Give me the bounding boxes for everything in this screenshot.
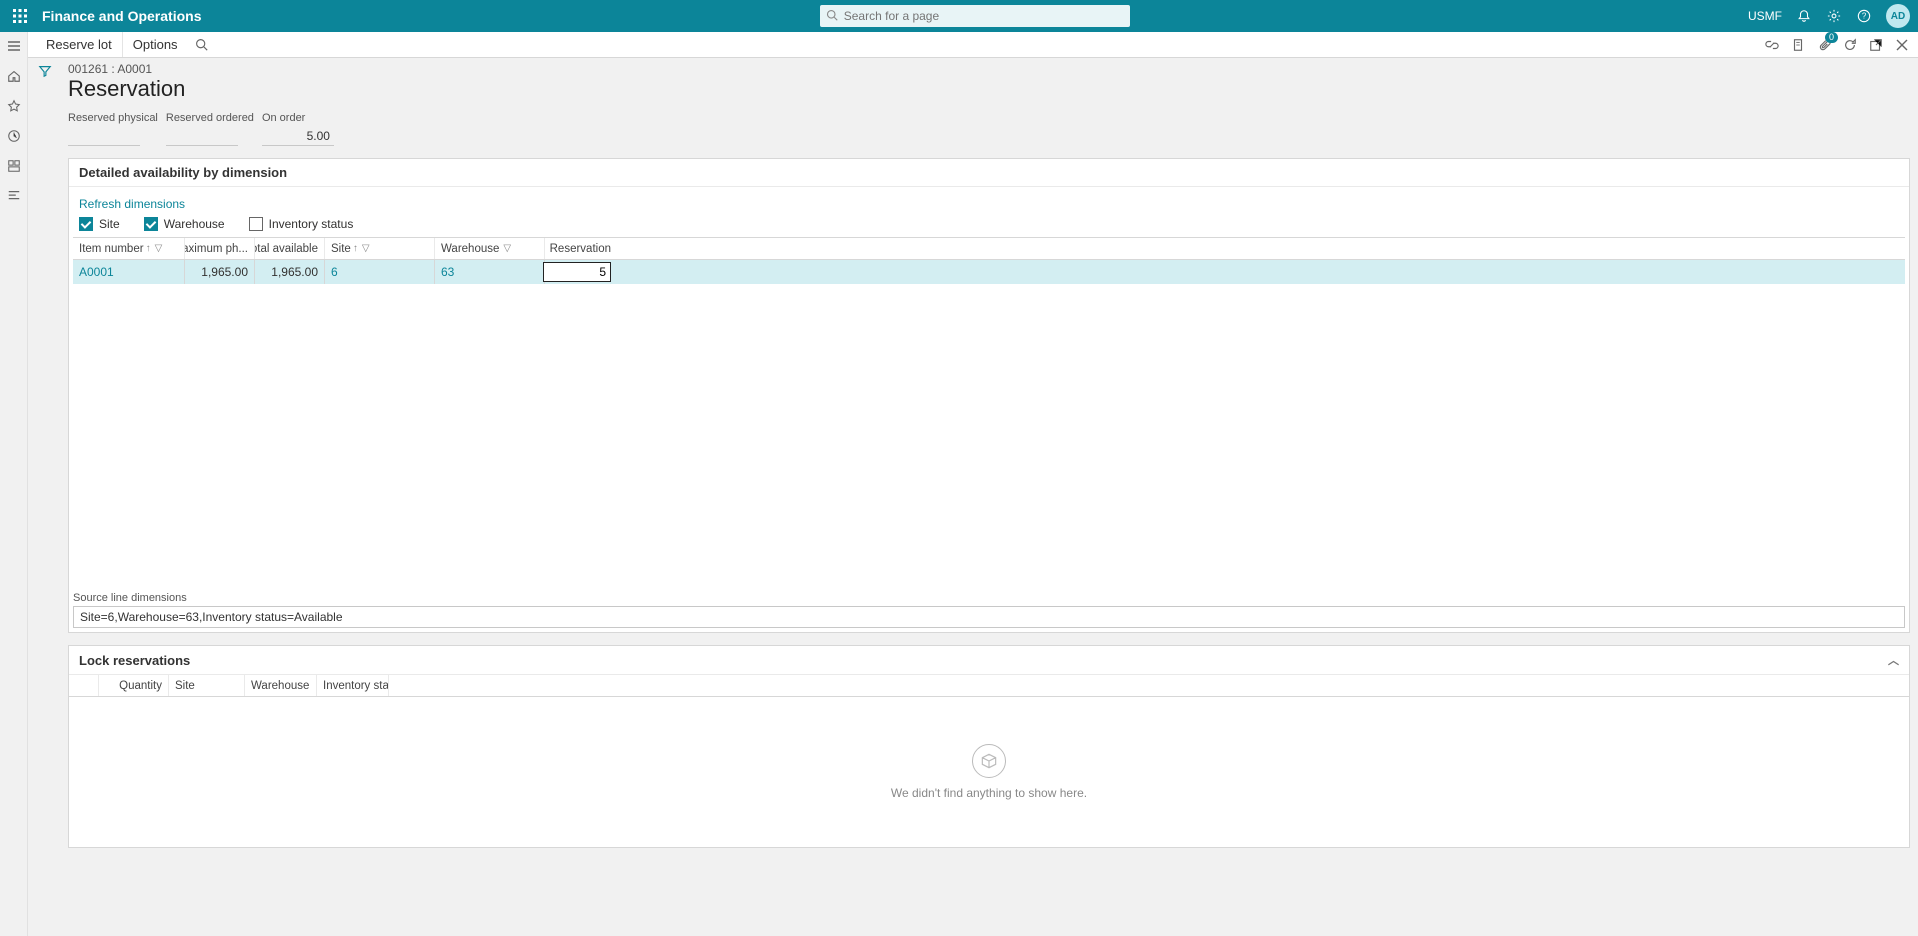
global-search-input[interactable] [820, 5, 1130, 27]
col-item-number[interactable]: Item number↑▽ [73, 238, 185, 259]
hamburger-icon[interactable] [6, 38, 22, 54]
lock-reservations-panel: Lock reservations ︿ Quantity Site Wareho… [68, 645, 1910, 848]
col-lock-inventory-status[interactable]: Inventory sta... [317, 675, 389, 696]
workspace-icon[interactable] [6, 158, 22, 174]
filter-icon[interactable]: ▽ [503, 243, 511, 254]
popout-icon[interactable] [1868, 37, 1884, 53]
left-nav-rail [0, 32, 28, 936]
filter-pane-icon[interactable] [38, 64, 52, 78]
col-quantity[interactable]: Quantity [99, 675, 169, 696]
user-avatar[interactable]: AD [1886, 4, 1910, 28]
collapse-icon[interactable]: ︿ [1888, 652, 1899, 668]
refresh-dimensions-link[interactable]: Refresh dimensions [73, 193, 191, 215]
reserved-physical-input[interactable] [68, 126, 140, 146]
lock-reservations-title: Lock reservations [79, 653, 190, 668]
reservation-input[interactable] [543, 262, 611, 282]
cell-total: 1,965.00 [255, 260, 325, 284]
options-button[interactable]: Options [123, 32, 188, 57]
col-site[interactable]: Site↑▽ [325, 238, 435, 259]
cell-warehouse[interactable]: 63 [435, 260, 545, 284]
sort-asc-icon: ↑ [353, 243, 358, 254]
link-icon[interactable] [1764, 37, 1780, 53]
empty-state: We didn't find anything to show here. [69, 697, 1909, 847]
on-order-label: On order [262, 112, 334, 124]
svg-text:?: ? [1862, 12, 1867, 21]
star-icon[interactable] [6, 98, 22, 114]
reserve-lot-button[interactable]: Reserve lot [36, 32, 123, 57]
app-bar: Finance and Operations USMF ? AD [0, 0, 1918, 32]
on-order-input[interactable] [262, 126, 334, 146]
detailed-availability-panel: Detailed availability by dimension Refre… [68, 158, 1910, 633]
col-warehouse[interactable]: Warehouse▽ [435, 238, 545, 259]
dim-site-checkbox[interactable]: Site [79, 217, 120, 231]
col-lock-warehouse[interactable]: Warehouse [245, 675, 317, 696]
detailed-availability-title: Detailed availability by dimension [79, 165, 287, 180]
source-line-dimensions-label: Source line dimensions [73, 592, 1905, 604]
home-icon[interactable] [6, 68, 22, 84]
gear-icon[interactable] [1826, 8, 1842, 24]
source-line-dimensions-input[interactable] [73, 606, 1905, 628]
dim-inventory-status-checkbox[interactable]: Inventory status [249, 217, 354, 231]
checkbox-icon [144, 217, 158, 231]
filter-icon[interactable]: ▽ [362, 243, 370, 254]
help-icon[interactable]: ? [1856, 8, 1872, 24]
reserved-physical-label: Reserved physical [68, 112, 158, 124]
empty-box-icon [972, 744, 1006, 778]
bell-icon[interactable] [1796, 8, 1812, 24]
sort-asc-icon: ↑ [146, 243, 151, 254]
dim-warehouse-checkbox[interactable]: Warehouse [144, 217, 225, 231]
checkbox-icon [249, 217, 263, 231]
checkbox-icon [79, 217, 93, 231]
col-lock-site[interactable]: Site [169, 675, 245, 696]
global-search[interactable] [820, 5, 1130, 27]
action-search-icon[interactable] [194, 38, 210, 51]
page-title: Reservation [68, 76, 1910, 102]
col-reservation[interactable]: Reservation [545, 238, 617, 259]
attachments-icon[interactable] [1816, 37, 1832, 53]
refresh-icon[interactable] [1842, 37, 1858, 53]
breadcrumb: 001261 : A0001 [68, 62, 1910, 76]
app-title: Finance and Operations [42, 8, 201, 24]
col-total-available[interactable]: Total available [255, 238, 325, 259]
search-icon [826, 9, 838, 21]
recent-icon[interactable] [6, 128, 22, 144]
table-row[interactable]: A0001 1,965.00 1,965.00 6 63 [73, 260, 1905, 284]
grid-empty-space [73, 284, 1905, 584]
close-icon[interactable] [1894, 37, 1910, 53]
col-maximum-physical[interactable]: Maximum ph... [185, 238, 255, 259]
empty-state-text: We didn't find anything to show here. [891, 786, 1087, 800]
cell-max: 1,965.00 [185, 260, 255, 284]
cell-reservation[interactable] [545, 260, 617, 284]
page-options-icon[interactable] [1790, 37, 1806, 53]
legal-entity[interactable]: USMF [1748, 9, 1782, 23]
col-select[interactable] [69, 675, 99, 696]
cell-site[interactable]: 6 [325, 260, 435, 284]
app-launcher-icon[interactable] [8, 4, 32, 28]
reserved-ordered-input[interactable] [166, 126, 238, 146]
reserved-ordered-label: Reserved ordered [166, 112, 254, 124]
action-pane: Reserve lot Options [28, 32, 1918, 58]
availability-grid: Item number↑▽ Maximum ph... Total availa… [73, 237, 1905, 584]
cell-item-number[interactable]: A0001 [73, 260, 185, 284]
modules-icon[interactable] [6, 188, 22, 204]
filter-icon[interactable]: ▽ [155, 243, 163, 254]
